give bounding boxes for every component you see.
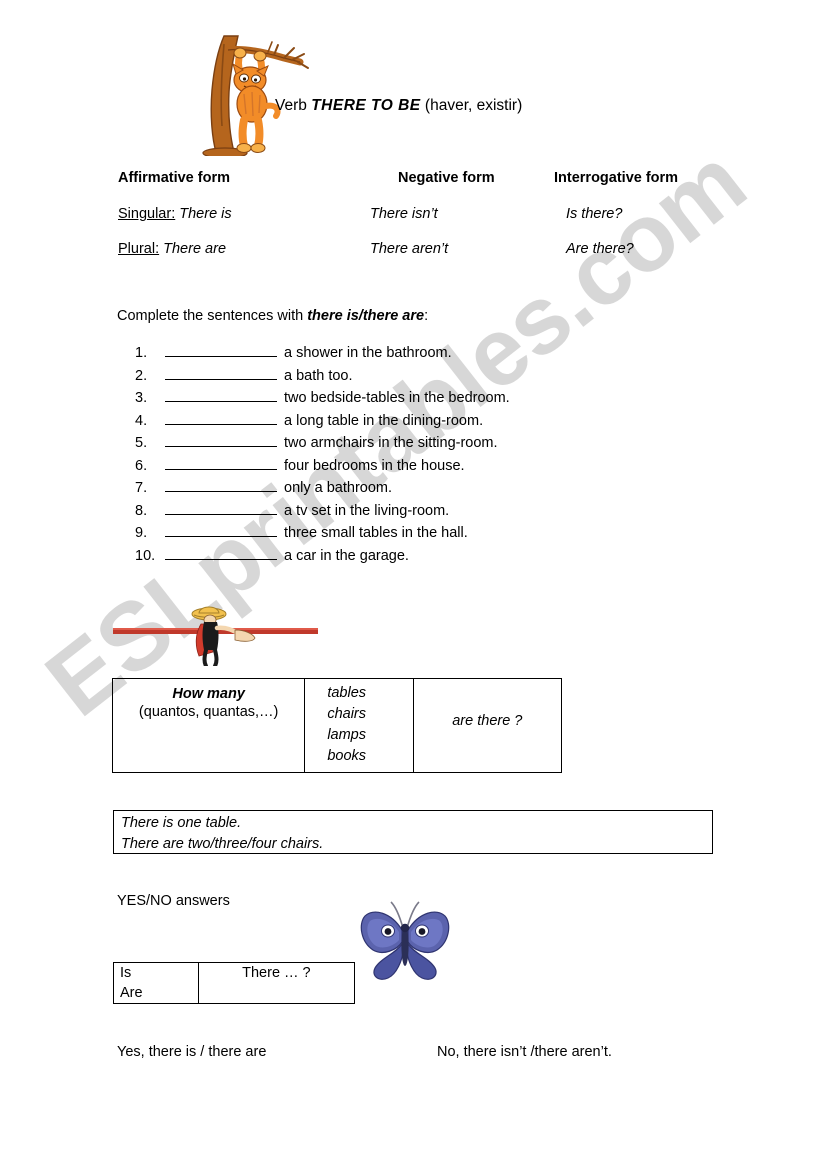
answer-blank[interactable] [165, 432, 277, 447]
item-number: 7. [135, 480, 148, 496]
how-many-translation: (quantos, quantas,…) [138, 704, 279, 720]
instruction-suffix: : [424, 308, 429, 324]
answer-blank[interactable] [165, 455, 277, 470]
answer-blank[interactable] [165, 500, 277, 515]
are-there-cell: are there ? [412, 678, 563, 773]
list-item: 3. two bedside-tables in the bedroom. [135, 387, 510, 410]
negative-answer-text: No, there isn’t /there aren’t. [437, 1044, 612, 1060]
plural-label: Plural: [118, 241, 160, 257]
item-number: 8. [135, 502, 148, 519]
item-number: 2. [135, 367, 148, 384]
item-number: 5. [135, 435, 148, 451]
answer-blank[interactable] [165, 410, 277, 425]
answer-blank[interactable] [165, 342, 277, 357]
singular-interrogative: Is there? [566, 206, 623, 222]
item-text: three small tables in the hall. [284, 525, 468, 541]
item-number: 6. [135, 457, 148, 474]
item-text: a tv set in the living-room. [284, 502, 450, 519]
aux-option-are: Are [120, 985, 143, 1001]
noun-option: lamps [327, 727, 366, 743]
title-prefix: Verb [275, 97, 312, 114]
item-number: 4. [135, 412, 148, 429]
singular-negative: There isn’t [370, 206, 438, 222]
list-item: 10. a car in the garage. [135, 545, 510, 568]
yes-no-answers-heading: YES/NO answers [117, 893, 230, 909]
plural-affirmative-value: There are [163, 241, 227, 257]
butterfly-icon [355, 898, 455, 986]
item-number: 9. [135, 525, 148, 541]
item-text: a bath too. [284, 367, 353, 384]
item-text: only a bathroom. [284, 480, 393, 496]
title-suffix: (haver, existir) [420, 97, 523, 114]
item-number: 3. [135, 390, 148, 406]
nouns-cell: tables chairs lamps books [304, 678, 414, 773]
singular-affirmative: Singular: There is [118, 206, 232, 222]
plural-interrogative: Are there? [566, 241, 634, 257]
negative-form-header: Negative form [398, 170, 495, 186]
example-sentences-box: There is one table. There are two/three/… [113, 810, 713, 854]
list-item: 1. a shower in the bathroom. [135, 342, 510, 365]
is-are-table: Is Are There … ? [113, 962, 356, 1004]
worksheet-page: ESLprintables.com Verb THERE TO BE (have… [0, 0, 821, 1169]
how-many-question-word: How many [172, 686, 245, 702]
noun-option: books [327, 748, 367, 764]
table-row: Is Are There … ? [113, 962, 356, 1004]
instruction-emphasis: there is/there are [307, 308, 425, 324]
plural-affirmative: Plural: There are [118, 241, 226, 257]
red-divider-with-figure-icon [113, 596, 328, 668]
answer-blank[interactable] [165, 545, 277, 560]
item-text: two bedside-tables in the bedroom. [284, 390, 510, 406]
list-item: 9. three small tables in the hall. [135, 522, 510, 545]
cat-hanging-from-tree-icon [188, 28, 318, 159]
title-emphasis: THERE TO BE [311, 97, 421, 114]
aux-options-cell: Is Are [113, 962, 199, 1004]
exercise-instruction: Complete the sentences with there is/the… [117, 308, 428, 324]
aux-option-is: Is [120, 965, 132, 981]
divider-svg [113, 606, 318, 668]
list-item: 6. four bedrooms in the house. [135, 455, 510, 478]
answer-blank[interactable] [165, 387, 277, 402]
singular-label: Singular: [118, 206, 176, 222]
how-many-cell: How many (quantos, quantas,…) [111, 678, 306, 773]
example-sentence-plural: There are two/three/four chairs. [121, 836, 324, 852]
exercise-list: 1. a shower in the bathroom. 2. a bath t… [135, 342, 510, 567]
answer-blank[interactable] [165, 477, 277, 492]
answer-blank[interactable] [165, 365, 277, 380]
item-text: a long table in the dining-room. [284, 412, 484, 429]
list-item: 5. two armchairs in the sitting-room. [135, 432, 510, 455]
singular-affirmative-value: There is [179, 206, 232, 222]
list-item: 4. a long table in the dining-room. [135, 410, 510, 433]
item-number: 10. [135, 547, 156, 564]
table-row: How many (quantos, quantas,…) tables cha… [111, 678, 563, 773]
item-text: a shower in the bathroom. [284, 345, 452, 361]
affirmative-form-header: Affirmative form [118, 170, 230, 186]
question-pattern-cell: There … ? [197, 962, 356, 1004]
answer-blank[interactable] [165, 522, 277, 537]
are-there-text: are there ? [452, 713, 523, 729]
item-text: two armchairs in the sitting-room. [284, 435, 498, 451]
plural-negative: There aren’t [370, 241, 449, 257]
noun-option: chairs [327, 706, 366, 722]
example-sentence-singular: There is one table. [121, 815, 242, 831]
instruction-prefix: Complete the sentences with [117, 308, 308, 324]
affirmative-answer-text: Yes, there is / there are [117, 1044, 267, 1060]
interrogative-form-header: Interrogative form [554, 170, 679, 186]
list-item: 2. a bath too. [135, 365, 510, 388]
butterfly-svg [360, 901, 450, 980]
item-text: a car in the garage. [284, 547, 409, 564]
item-number: 1. [135, 345, 148, 361]
noun-option: tables [327, 685, 367, 701]
list-item: 8. a tv set in the living-room. [135, 500, 510, 523]
cat-tree-svg [202, 35, 309, 159]
how-many-table: How many (quantos, quantas,…) tables cha… [111, 678, 563, 773]
item-text: four bedrooms in the house. [284, 457, 465, 474]
page-title: Verb THERE TO BE (haver, existir) [275, 97, 522, 115]
list-item: 7. only a bathroom. [135, 477, 510, 500]
